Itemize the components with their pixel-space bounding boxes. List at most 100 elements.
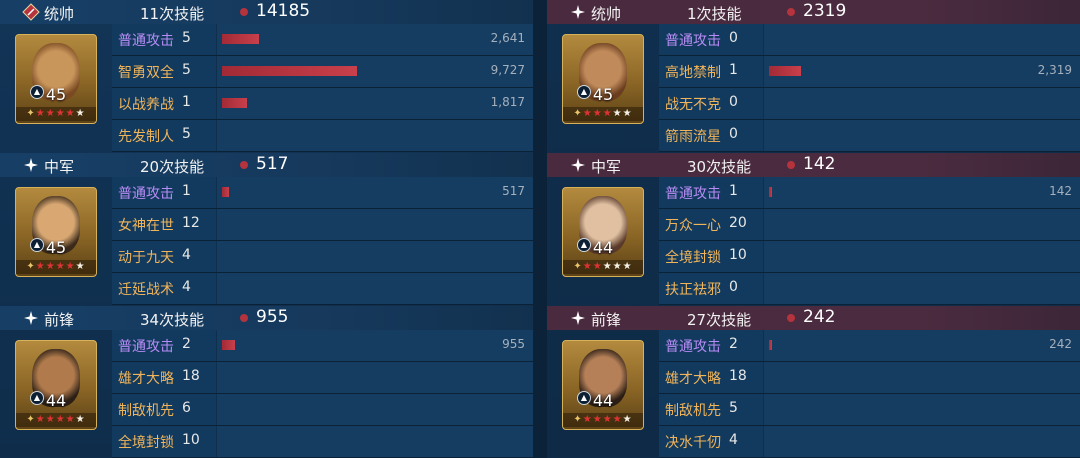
damage-dot-icon bbox=[787, 314, 795, 322]
skill-name: 先发制人 bbox=[118, 129, 174, 145]
damage-bar-track bbox=[763, 241, 1080, 272]
right-team-panel: 统帅 1次技能 2319 ▲ 45 ✦★★★★★ 普通攻击 0 高地禁制 1 2… bbox=[547, 0, 1080, 458]
skill-count: 1 bbox=[729, 62, 738, 78]
skill-row[interactable]: 制敌机先 6 bbox=[112, 394, 534, 426]
skill-cast-count: 1次技能 bbox=[687, 5, 742, 23]
star-rating: ✦★★★★★ bbox=[563, 260, 643, 274]
general-portrait[interactable]: ▲ 45 ✦★★★★★ bbox=[562, 34, 644, 124]
skill-row[interactable]: 普通攻击 1 142 bbox=[659, 177, 1080, 209]
skill-row[interactable]: 普通攻击 0 bbox=[659, 24, 1080, 56]
skill-count: 6 bbox=[182, 400, 191, 416]
banner-icon bbox=[22, 3, 40, 21]
general-portrait[interactable]: ▲ 44 ✦★★★★★ bbox=[562, 187, 644, 277]
skill-name: 高地禁制 bbox=[665, 65, 721, 81]
skill-row[interactable]: 普通攻击 2 955 bbox=[112, 330, 534, 362]
role-label: 前锋 bbox=[591, 311, 622, 329]
skill-count: 5 bbox=[182, 30, 191, 46]
damage-bar bbox=[222, 98, 247, 108]
skill-row[interactable]: 以战养战 1 1,817 bbox=[112, 88, 534, 120]
general-header: 前锋 27次技能 242 bbox=[547, 306, 1080, 330]
skill-damage: 955 bbox=[502, 337, 525, 351]
skill-row[interactable]: 迁延战术 4 bbox=[112, 273, 534, 305]
damage-bar bbox=[222, 187, 229, 197]
skill-row[interactable]: 普通攻击 1 517 bbox=[112, 177, 534, 209]
skill-row[interactable]: 动于九天 4 bbox=[112, 241, 534, 273]
skill-name: 全境封锁 bbox=[118, 435, 174, 451]
general-level: 44 bbox=[592, 391, 614, 410]
skill-damage: 9,727 bbox=[490, 63, 525, 77]
skill-row[interactable]: 箭雨流星 0 bbox=[659, 120, 1080, 152]
skill-row[interactable]: 战无不克 0 bbox=[659, 88, 1080, 120]
skill-name: 普通攻击 bbox=[118, 339, 174, 355]
skill-name: 全境封锁 bbox=[665, 250, 721, 266]
skill-damage: 2,319 bbox=[1037, 63, 1072, 77]
general-header: 中军 30次技能 142 bbox=[547, 153, 1080, 177]
damage-dot-icon bbox=[787, 8, 795, 16]
skill-name: 扶正祛邪 bbox=[665, 282, 721, 298]
skill-name: 雄才大略 bbox=[118, 371, 174, 387]
damage-bar-track bbox=[763, 426, 1080, 457]
skill-row[interactable]: 全境封锁 10 bbox=[112, 426, 534, 458]
skill-damage: 242 bbox=[1049, 337, 1072, 351]
damage-bar bbox=[222, 66, 357, 76]
damage-bar-track bbox=[216, 273, 534, 304]
skill-name: 万众一心 bbox=[665, 218, 721, 234]
star-rating: ✦★★★★★ bbox=[563, 413, 643, 427]
skill-count: 0 bbox=[729, 30, 738, 46]
general-portrait[interactable]: ▲ 45 ✦★★★★★ bbox=[15, 187, 97, 277]
damage-bar bbox=[222, 34, 259, 44]
skill-row[interactable]: 高地禁制 1 2,319 bbox=[659, 56, 1080, 88]
general-level: 44 bbox=[592, 238, 614, 257]
skill-damage: 142 bbox=[1049, 184, 1072, 198]
skill-name: 普通攻击 bbox=[665, 33, 721, 49]
skill-count: 5 bbox=[729, 400, 738, 416]
skill-cast-count: 20次技能 bbox=[140, 158, 205, 176]
general-portrait[interactable]: ▲ 44 ✦★★★★★ bbox=[562, 340, 644, 430]
general-block-1: 统帅 11次技能 14185 ▲ 45 ✦★★★★★ 普通攻击 5 2,641 … bbox=[0, 0, 534, 152]
skill-count: 0 bbox=[729, 279, 738, 295]
skill-count: 4 bbox=[182, 247, 191, 263]
sparkle-icon bbox=[22, 309, 40, 327]
skill-count: 10 bbox=[182, 432, 200, 448]
general-level: 44 bbox=[45, 391, 67, 410]
general-portrait[interactable]: ▲ 45 ✦★★★★★ bbox=[15, 34, 97, 124]
general-portrait[interactable]: ▲ 44 ✦★★★★★ bbox=[15, 340, 97, 430]
skill-count: 5 bbox=[182, 62, 191, 78]
skill-list: 普通攻击 5 2,641 智勇双全 5 9,727 以战养战 1 1,817 先… bbox=[112, 24, 534, 152]
damage-bar-track bbox=[763, 209, 1080, 240]
skill-cast-count: 30次技能 bbox=[687, 158, 752, 176]
damage-bar-track bbox=[216, 394, 534, 425]
damage-bar bbox=[769, 187, 772, 197]
general-level: 45 bbox=[45, 238, 67, 257]
damage-bar bbox=[769, 66, 801, 76]
skill-row[interactable]: 普通攻击 2 242 bbox=[659, 330, 1080, 362]
skill-name: 智勇双全 bbox=[118, 65, 174, 81]
skill-row[interactable]: 女神在世 12 bbox=[112, 209, 534, 241]
skill-count: 2 bbox=[729, 336, 738, 352]
skill-row[interactable]: 普通攻击 5 2,641 bbox=[112, 24, 534, 56]
damage-dot-icon bbox=[240, 161, 248, 169]
skill-count: 5 bbox=[182, 126, 191, 142]
skill-row[interactable]: 全境封锁 10 bbox=[659, 241, 1080, 273]
skill-row[interactable]: 雄才大略 18 bbox=[659, 362, 1080, 394]
damage-dot-icon bbox=[240, 8, 248, 16]
skill-row[interactable]: 智勇双全 5 9,727 bbox=[112, 56, 534, 88]
skill-count: 4 bbox=[729, 432, 738, 448]
skill-count: 0 bbox=[729, 94, 738, 110]
skill-row[interactable]: 先发制人 5 bbox=[112, 120, 534, 152]
damage-bar-track bbox=[216, 88, 534, 119]
skill-row[interactable]: 决水千仞 4 bbox=[659, 426, 1080, 458]
skill-row[interactable]: 雄才大略 18 bbox=[112, 362, 534, 394]
skill-row[interactable]: 扶正祛邪 0 bbox=[659, 273, 1080, 305]
skill-damage: 2,641 bbox=[490, 31, 525, 45]
role-label: 中军 bbox=[591, 158, 622, 176]
damage-bar bbox=[769, 340, 772, 350]
skill-row[interactable]: 万众一心 20 bbox=[659, 209, 1080, 241]
general-block-2: 中军 20次技能 517 ▲ 45 ✦★★★★★ 普通攻击 1 517 女神在世… bbox=[0, 153, 534, 305]
skill-row[interactable]: 制敌机先 5 bbox=[659, 394, 1080, 426]
skill-name: 普通攻击 bbox=[118, 33, 174, 49]
role-label: 统帅 bbox=[44, 5, 75, 23]
skill-count: 4 bbox=[182, 279, 191, 295]
skill-name: 普通攻击 bbox=[665, 339, 721, 355]
damage-bar-track bbox=[216, 177, 534, 208]
